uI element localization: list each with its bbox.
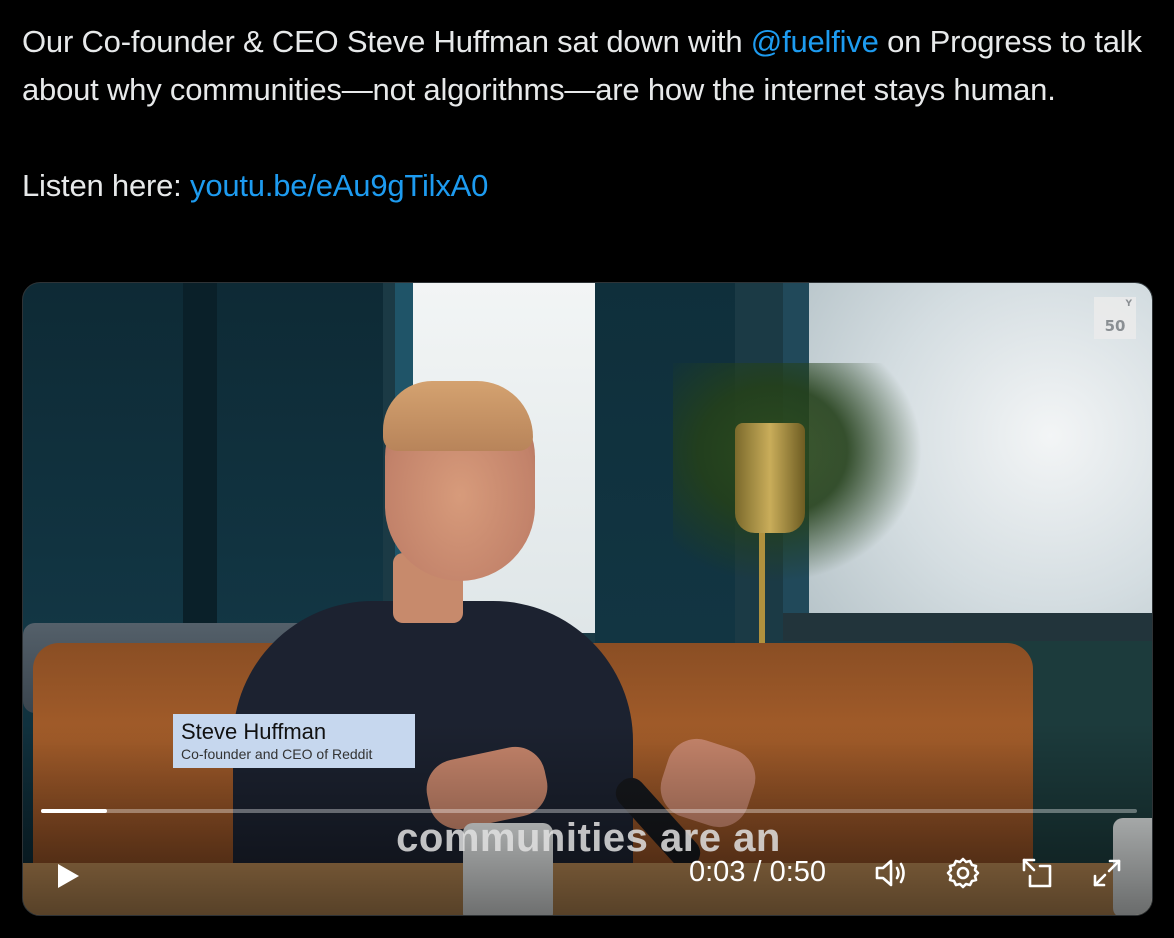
fullscreen-icon [1093, 859, 1121, 887]
settings-button[interactable] [943, 853, 983, 893]
fullscreen-button[interactable] [1087, 853, 1127, 893]
lower-third-name: Steve Huffman [181, 719, 327, 744]
lower-third-role: Co-founder and CEO of Reddit [181, 746, 373, 762]
video-controls: 0:03 / 0:50 [23, 825, 1152, 915]
badge-number: 50 [1104, 317, 1126, 335]
youtube-link[interactable]: youtu.be/eAu9gTilxA0 [190, 168, 488, 203]
tweet-text: Our Co-founder & CEO Steve Huffman sat d… [22, 18, 1152, 210]
volume-button[interactable] [871, 853, 911, 893]
volume-icon [875, 859, 905, 887]
listen-paragraph: Listen here: youtu.be/eAu9gTilxA0 [22, 162, 1152, 210]
progress-bar[interactable] [41, 809, 1137, 813]
tweet-text-part: Our Co-founder & CEO Steve Huffman sat d… [22, 24, 751, 59]
picture-in-picture-button[interactable] [1017, 853, 1057, 893]
gear-icon [946, 857, 980, 889]
picture-in-picture-icon [1022, 858, 1052, 888]
video-player[interactable]: Y 50 Steve Huffman Co-founder and CEO of… [22, 282, 1153, 916]
mention-link[interactable]: @fuelfive [751, 24, 879, 59]
play-button[interactable] [49, 857, 87, 895]
progress-fill [41, 809, 107, 813]
channel-logo-badge: Y 50 [1094, 297, 1136, 339]
listen-label: Listen here: [22, 168, 191, 203]
badge-sup: Y [1125, 299, 1132, 309]
time-display: 0:03 / 0:50 [689, 856, 827, 888]
play-icon [58, 864, 79, 888]
lower-third: Steve Huffman Co-founder and CEO of Redd… [173, 714, 415, 768]
